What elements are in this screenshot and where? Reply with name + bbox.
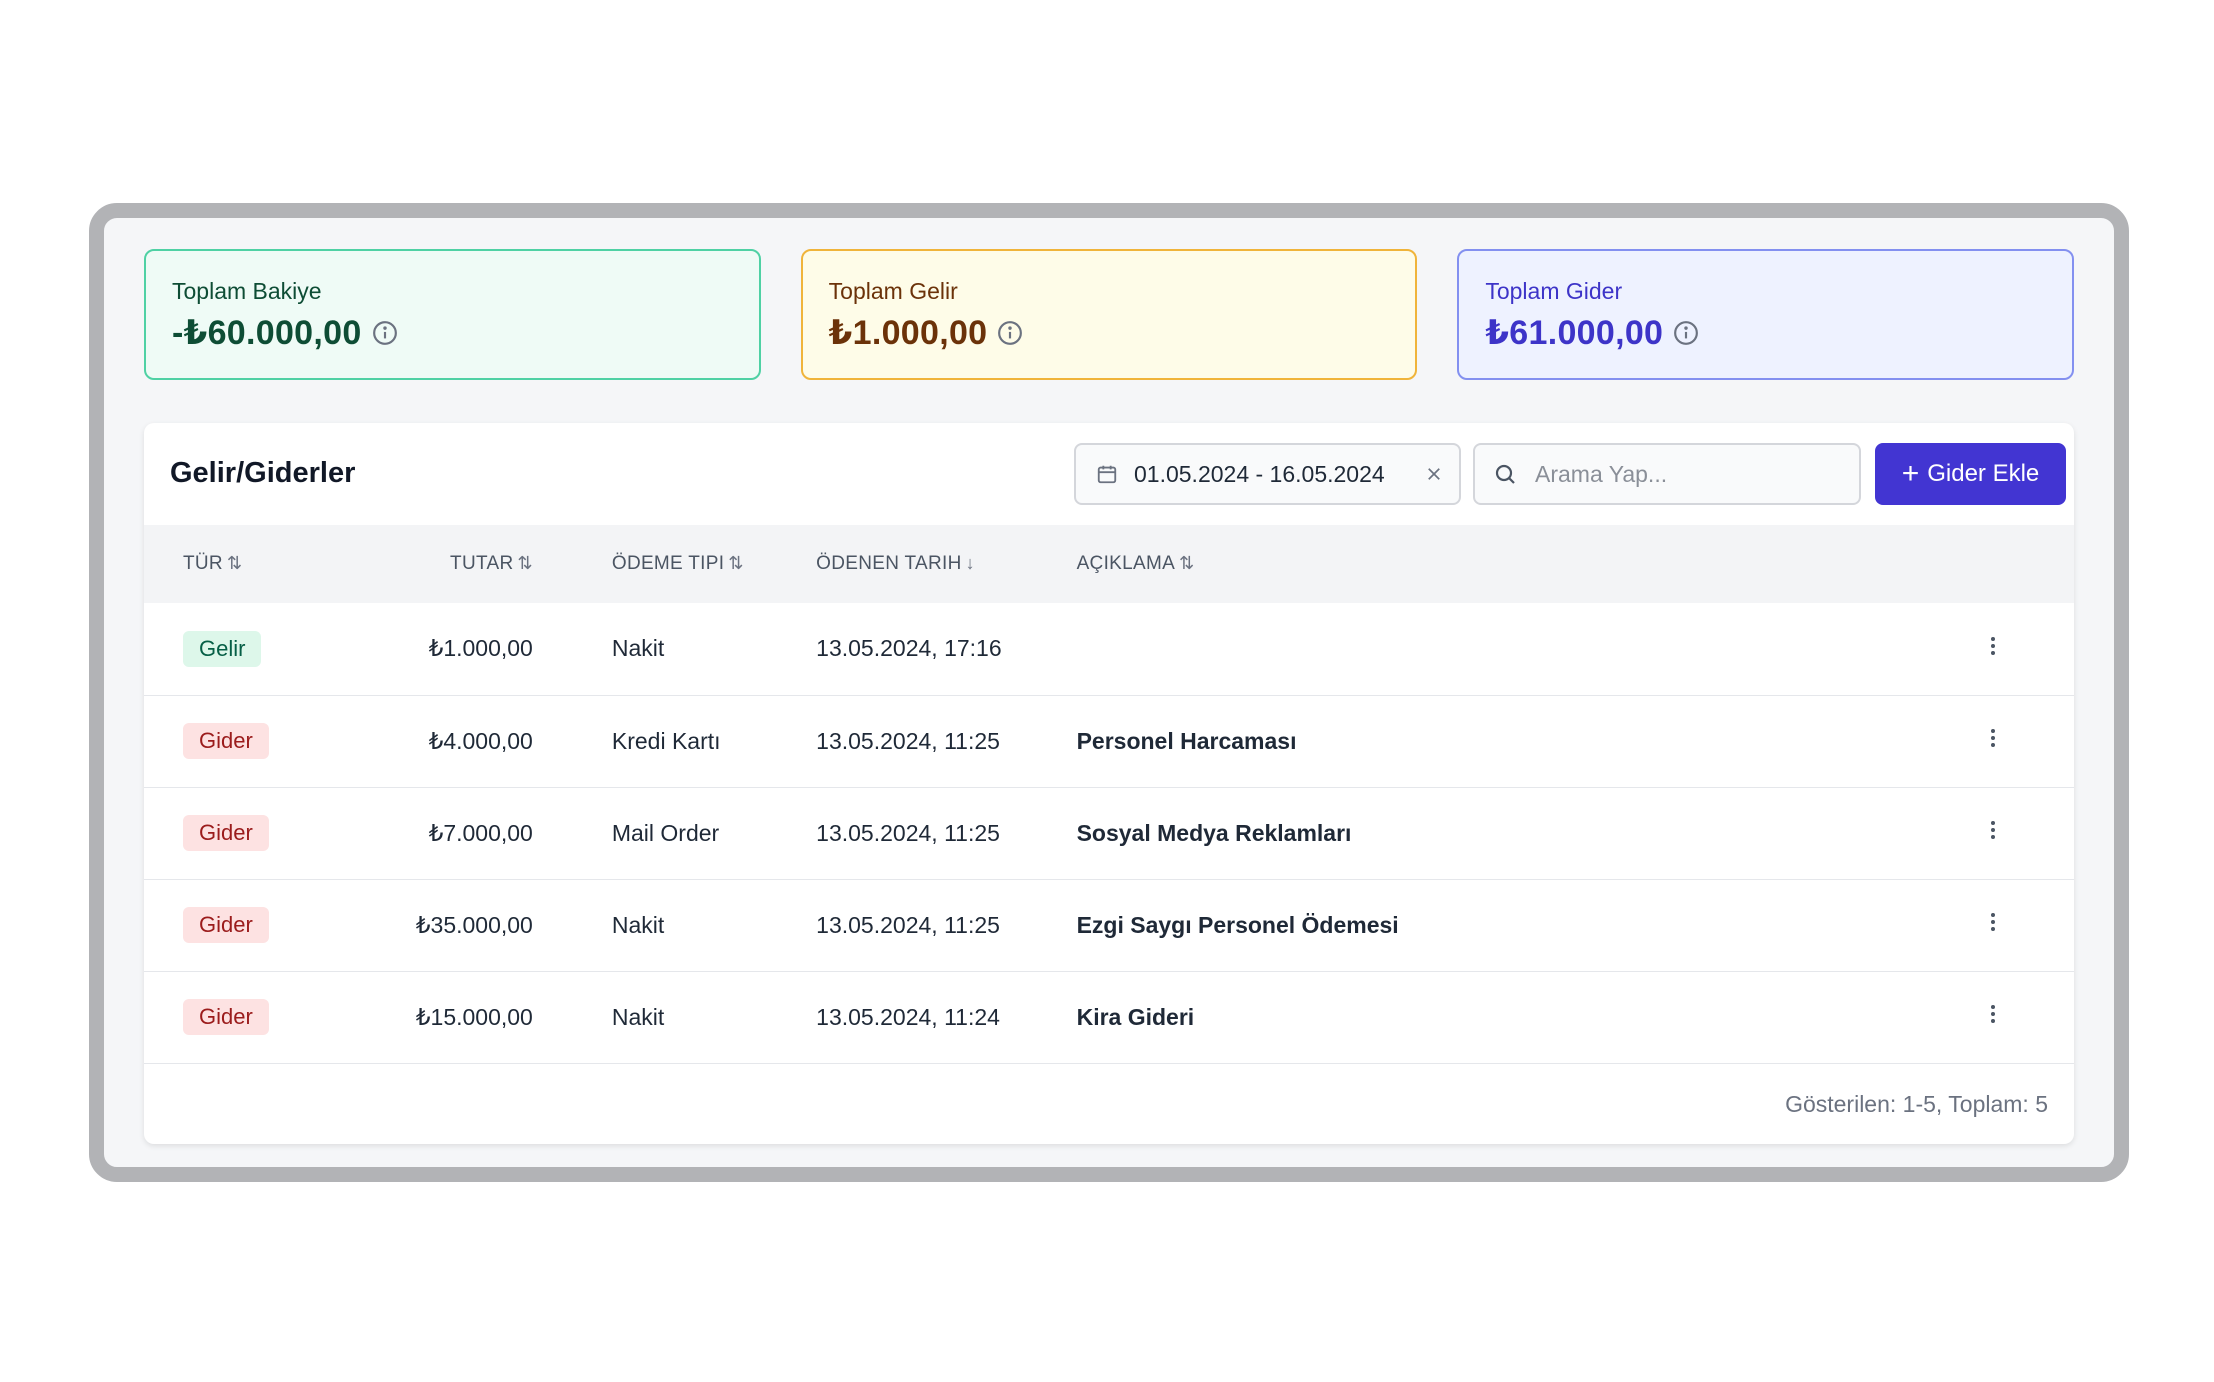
total-balance-label: Toplam Bakiye [172, 278, 322, 304]
total-expense-card: Toplam Gider ₺61.000,00 [1457, 249, 2075, 380]
more-vertical-icon[interactable] [1981, 634, 2005, 658]
date-cell: 13.05.2024, 11:25 [816, 911, 1000, 938]
search-icon [1495, 464, 1515, 484]
total-balance-value: -₺60.000,00 [172, 314, 362, 352]
payment-type-cell: Nakit [611, 635, 665, 662]
transactions-table: TÜR ⇅ TUTAR ⇅ ÖDEME TIPI ⇅ ÖDENEN TARIH ↓ AÇ… [144, 525, 2074, 1064]
sort-icon[interactable]: ⇅ [517, 553, 532, 573]
more-vertical-icon[interactable] [1981, 1002, 2005, 1026]
description-cell: Kira Gideri [1076, 1003, 1195, 1030]
total-balance-card: Toplam Bakiye -₺60.000,00 [144, 249, 761, 380]
date-cell: 13.05.2024, 11:25 [816, 819, 1000, 846]
amount-cell: ₺4.000,00 [428, 727, 533, 754]
more-vertical-icon[interactable] [1981, 818, 2005, 842]
description-cell: Ezgi Saygı Personel Ödemesi [1076, 911, 1399, 938]
app-frame: Toplam Bakiye -₺60.000,00 Toplam Gelir ₺… [89, 203, 2129, 1182]
amount-cell: ₺35.000,00 [415, 911, 533, 938]
column-header-amount[interactable]: TUTAR ⇅ [303, 525, 533, 603]
calendar-icon [1097, 465, 1117, 484]
more-vertical-icon[interactable] [1981, 726, 2005, 750]
total-income-card: Toplam Gelir ₺1.000,00 [800, 249, 1418, 380]
column-header-payment-type[interactable]: ÖDEME TIPI ⇅ [534, 525, 776, 603]
type-badge: Gider [183, 999, 269, 1035]
info-icon[interactable] [997, 320, 1023, 346]
sort-icon[interactable]: ⇅ [227, 553, 242, 573]
type-badge: Gider [183, 723, 269, 759]
more-vertical-icon[interactable] [1981, 910, 2005, 934]
amount-cell: ₺1.000,00 [428, 635, 533, 662]
column-header-actions [1980, 525, 2074, 603]
description-cell: Sosyal Medya Reklamları [1076, 819, 1352, 846]
type-badge: Gider [183, 907, 269, 943]
sort-down-icon[interactable]: ↓ [966, 553, 975, 573]
summary-cards: Toplam Bakiye -₺60.000,00 Toplam Gelir ₺… [144, 249, 2075, 380]
payment-type-cell: Kredi Kartı [611, 727, 721, 754]
date-range-value: 01.05.2024 - 16.05.2024 [1134, 460, 1385, 487]
transactions-panel: Gelir/Giderler 01.05.2024 - 16.05.2024 +… [144, 423, 2074, 1144]
table-row[interactable]: Gider ₺4.000,00 Kredi Kartı 13.05.2024, … [144, 695, 2074, 787]
table-row[interactable]: Gelir ₺1.000,00 Nakit 13.05.2024, 17:16 [144, 603, 2074, 695]
date-range-picker[interactable]: 01.05.2024 - 16.05.2024 [1074, 443, 1461, 505]
type-badge: Gider [183, 815, 269, 851]
plus-icon: + [1901, 457, 1920, 490]
total-expense-value: ₺61.000,00 [1485, 314, 1664, 352]
table-row[interactable]: Gider ₺15.000,00 Nakit 13.05.2024, 11:24… [144, 971, 2074, 1063]
column-header-type[interactable]: TÜR ⇅ [144, 525, 303, 603]
payment-type-cell: Nakit [611, 1003, 665, 1030]
payment-type-cell: Mail Order [611, 819, 720, 846]
description-cell: Personel Harcaması [1076, 727, 1297, 754]
info-icon[interactable] [1673, 320, 1699, 346]
add-expense-label: Gider Ekle [1927, 460, 2040, 487]
total-income-value: ₺1.000,00 [828, 314, 988, 352]
payment-type-cell: Nakit [611, 911, 665, 938]
total-expense-label: Toplam Gider [1485, 278, 1623, 304]
search-input[interactable] [1533, 459, 1837, 489]
amount-cell: ₺15.000,00 [415, 1003, 533, 1030]
type-badge: Gelir [183, 630, 262, 667]
amount-cell: ₺7.000,00 [428, 819, 533, 846]
date-cell: 13.05.2024, 11:25 [816, 727, 1000, 754]
date-cell: 13.05.2024, 11:24 [816, 1003, 1000, 1030]
date-cell: 13.05.2024, 17:16 [816, 635, 1002, 662]
table-row[interactable]: Gider ₺7.000,00 Mail Order 13.05.2024, 1… [144, 787, 2074, 879]
description-cell [1076, 603, 1981, 695]
column-header-description[interactable]: AÇIKLAMA ⇅ [1076, 525, 1981, 603]
table-row[interactable]: Gider ₺35.000,00 Nakit 13.05.2024, 11:25… [144, 879, 2074, 971]
clear-icon[interactable] [1425, 465, 1443, 483]
panel-header: Gelir/Giderler 01.05.2024 - 16.05.2024 +… [144, 423, 2074, 525]
add-expense-button[interactable]: + Gider Ekle [1875, 443, 2066, 505]
total-income-label: Toplam Gelir [828, 278, 958, 304]
column-header-paid-date[interactable]: ÖDENEN TARIH ↓ [776, 525, 1075, 603]
sort-icon[interactable]: ⇅ [1179, 553, 1194, 573]
info-icon[interactable] [372, 320, 398, 346]
sort-icon[interactable]: ⇅ [728, 553, 743, 573]
table-header-row: TÜR ⇅ TUTAR ⇅ ÖDEME TIPI ⇅ ÖDENEN TARIH ↓ AÇ… [144, 525, 2074, 603]
panel-title: Gelir/Giderler [170, 457, 356, 489]
pagination-summary: Gösterilen: 1-5, Toplam: 5 [1785, 1091, 2048, 1117]
search-box [1473, 443, 1861, 505]
